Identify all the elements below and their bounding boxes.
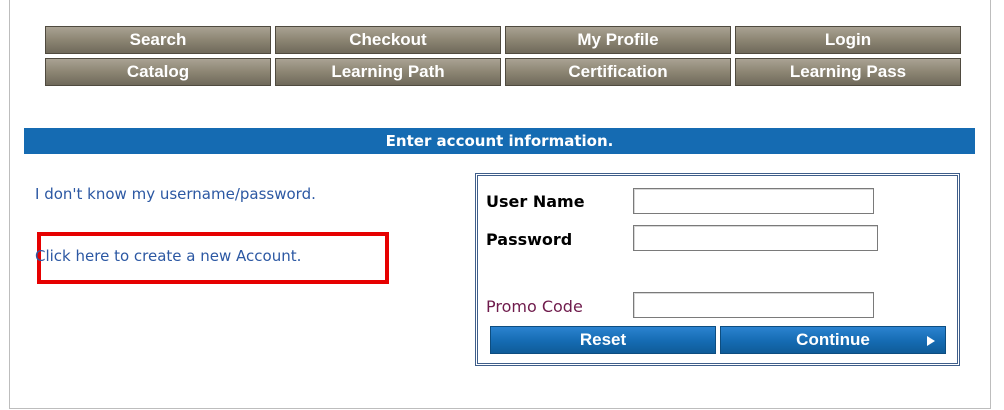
account-info-banner: Enter account information. xyxy=(24,128,975,154)
create-account-link[interactable]: Click here to create a new Account. xyxy=(35,247,301,265)
login-form: User Name Password Promo Code Reset Cont… xyxy=(475,173,960,366)
account-links: I don't know my username/password. Click… xyxy=(35,180,415,320)
nav-login-button[interactable]: Login xyxy=(735,26,961,54)
username-input[interactable] xyxy=(633,188,874,214)
continue-button[interactable]: Continue xyxy=(720,326,946,354)
username-label: User Name xyxy=(486,192,585,211)
nav-checkout-button[interactable]: Checkout xyxy=(275,26,501,54)
nav-learning-pass-button[interactable]: Learning Pass xyxy=(735,58,961,86)
reset-button-label: Reset xyxy=(579,330,627,349)
password-label: Password xyxy=(486,230,573,249)
promo-code-input[interactable] xyxy=(633,292,874,318)
forgot-credentials-link[interactable]: I don't know my username/password. xyxy=(35,185,316,203)
nav-catalog-button[interactable]: Catalog xyxy=(45,58,271,86)
nav-certification-button[interactable]: Certification xyxy=(505,58,731,86)
continue-button-label: Continue xyxy=(796,330,870,349)
promo-code-label: Promo Code xyxy=(486,297,583,316)
top-navigation: Search Checkout My Profile Login Catalog… xyxy=(45,26,961,90)
nav-search-button[interactable]: Search xyxy=(45,26,271,54)
password-input[interactable] xyxy=(633,225,878,251)
nav-my-profile-button[interactable]: My Profile xyxy=(505,26,731,54)
reset-button[interactable]: Reset xyxy=(490,326,716,354)
play-arrow-icon xyxy=(927,336,935,346)
nav-learning-path-button[interactable]: Learning Path xyxy=(275,58,501,86)
